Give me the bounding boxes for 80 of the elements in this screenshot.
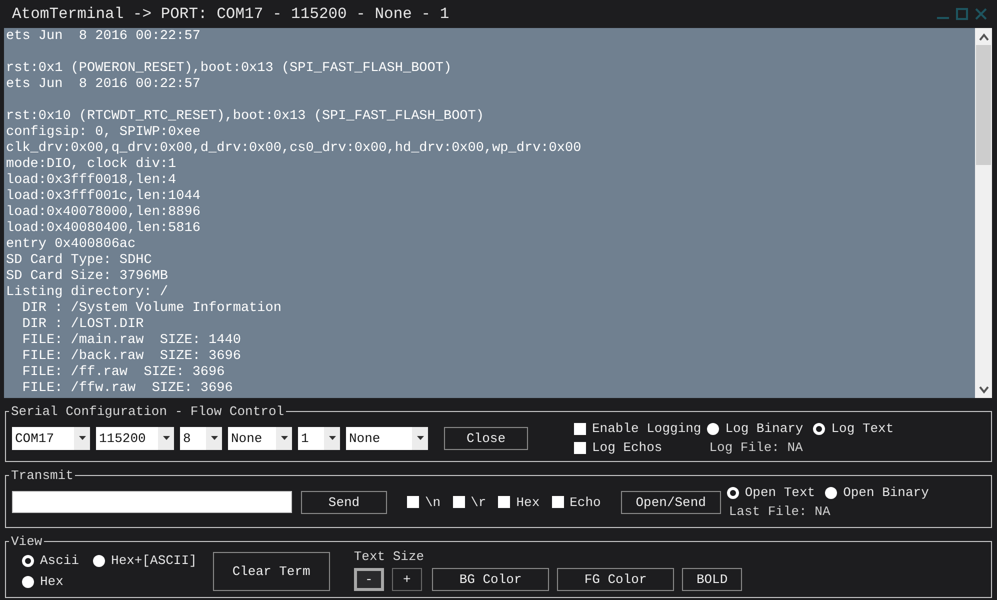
checkbox-label: Enable Logging xyxy=(592,421,702,436)
checkbox-label: Echo xyxy=(570,494,601,510)
checkbox[interactable] xyxy=(407,496,419,508)
terminal-line: load:0x3fff0018,len:4 xyxy=(6,173,178,189)
scrollbar[interactable] xyxy=(975,28,992,398)
dropdown[interactable]: COM17 xyxy=(12,426,90,450)
panel-title: Transmit xyxy=(10,468,74,483)
dropdown[interactable]: None xyxy=(228,426,292,450)
radio-button[interactable] xyxy=(707,422,720,434)
radio-button[interactable] xyxy=(726,486,739,498)
open-send-button[interactable]: Open/Send xyxy=(620,490,721,514)
checkbox[interactable] xyxy=(574,422,586,434)
terminal-line: rst:0x10 (RTCWDT_RTC_RESET),boot:0x13 (SPI_FAST_FLASH_BOOT) xyxy=(6,109,485,125)
dropdown[interactable]: None xyxy=(346,426,428,450)
caret-icon[interactable] xyxy=(78,436,86,440)
terminal-line: Listing directory: / xyxy=(6,285,170,301)
panel-title: Serial Configuration - Flow Control xyxy=(10,404,286,419)
scrollbar-thumb[interactable] xyxy=(976,45,991,165)
fg-color-button[interactable]: FG Color xyxy=(557,568,674,591)
terminal-line: rst:0x1 (POWERON_RESET),boot:0x13 (SPI_FAST_FLASH_BOOT) xyxy=(6,61,453,77)
caret-icon[interactable] xyxy=(162,436,170,440)
caret-icon[interactable] xyxy=(210,436,218,440)
terminal-line: FILE: /ffw.raw SIZE: 3696 xyxy=(21,381,234,397)
text-size-button[interactable]: - xyxy=(354,568,384,591)
terminal-line: ets Jun 8 2016 00:22:57 xyxy=(6,29,202,45)
terminal-line: SD Card Type: SDHC xyxy=(6,253,153,269)
checkbox[interactable] xyxy=(452,496,465,508)
panel-title: View xyxy=(10,534,44,549)
text-size-label: Text Size xyxy=(354,549,424,564)
terminal-line: load:0x3fff001c,len:1044 xyxy=(6,189,202,205)
transmit-field[interactable] xyxy=(12,491,292,513)
terminal-line: DIR : /LOST.DIR xyxy=(21,317,145,333)
caret-icon[interactable] xyxy=(328,436,336,440)
radio-button[interactable] xyxy=(825,486,838,498)
checkbox-label: Log Echos xyxy=(592,440,662,455)
terminal-line: clk_drv:0x00,q_drv:0x00,d_drv:0x00,cs0_drv:0x00,hd_drv:0x00,wp_drv:0x00 xyxy=(6,141,582,157)
radio-label: Open Text xyxy=(744,485,816,500)
checkbox-label: Hex xyxy=(516,494,540,510)
scroll-up-icon[interactable] xyxy=(978,33,988,41)
radio-button[interactable] xyxy=(813,422,826,434)
terminal-line: FILE: /main.raw SIZE: 1440 xyxy=(21,333,242,349)
radio-label: Ascii xyxy=(40,553,80,568)
caret-icon[interactable] xyxy=(280,436,288,440)
checkbox-label: \r xyxy=(470,494,486,510)
terminal-line: DIR : /System Volume Information xyxy=(21,301,282,317)
caret-icon[interactable] xyxy=(416,436,424,440)
last-file-label: Last File: NA xyxy=(728,504,832,519)
checkbox-label: \n xyxy=(425,494,441,510)
terminal-line: SD Card Size: 3796MB xyxy=(6,269,170,285)
send-button[interactable]: Send xyxy=(301,490,387,514)
radio-button[interactable] xyxy=(93,554,106,566)
log-file-label: Log File: NA xyxy=(709,440,804,455)
terminal-line: ets Jun 8 2016 00:22:57 xyxy=(6,77,202,93)
radio-label: Hex xyxy=(40,574,64,589)
radio-label: Log Binary xyxy=(725,421,804,436)
checkbox[interactable] xyxy=(552,496,564,508)
clear-term-button[interactable]: Clear Term xyxy=(212,552,330,591)
radio-button[interactable] xyxy=(22,554,34,566)
checkbox[interactable] xyxy=(498,496,510,508)
radio-button[interactable] xyxy=(22,576,34,588)
dropdown[interactable]: 8 xyxy=(180,426,222,450)
bold-button[interactable]: BOLD xyxy=(682,568,742,591)
dropdown[interactable]: 1 xyxy=(298,426,340,450)
terminal-line: load:0x40080400,len:5816 xyxy=(6,221,202,237)
terminal-line: entry 0x400806ac xyxy=(6,237,137,253)
radio-label: Hex+[ASCII] xyxy=(111,553,197,568)
window-title: AtomTerminal -> PORT: COM17 - 115200 - None - 1 xyxy=(12,5,450,23)
bg-color-button[interactable]: BG Color xyxy=(432,568,550,591)
radio-label: Log Text xyxy=(831,421,894,436)
dropdown[interactable]: 115200 xyxy=(96,426,174,450)
text-size-button[interactable]: + xyxy=(392,568,422,591)
checkbox[interactable] xyxy=(574,442,586,454)
radio-label: Open Binary xyxy=(843,485,929,500)
terminal-line: mode:DIO, clock div:1 xyxy=(6,157,178,173)
terminal-line: load:0x40078000,len:8896 xyxy=(6,205,202,221)
close-button[interactable]: Close xyxy=(444,426,528,450)
scroll-down-icon[interactable] xyxy=(978,386,988,394)
terminal-line: configsip: 0, SPIWP:0xee xyxy=(6,125,202,141)
terminal-line: FILE: /back.raw SIZE: 3696 xyxy=(21,349,242,365)
terminal-line: FILE: /ff.raw SIZE: 3696 xyxy=(21,365,226,381)
